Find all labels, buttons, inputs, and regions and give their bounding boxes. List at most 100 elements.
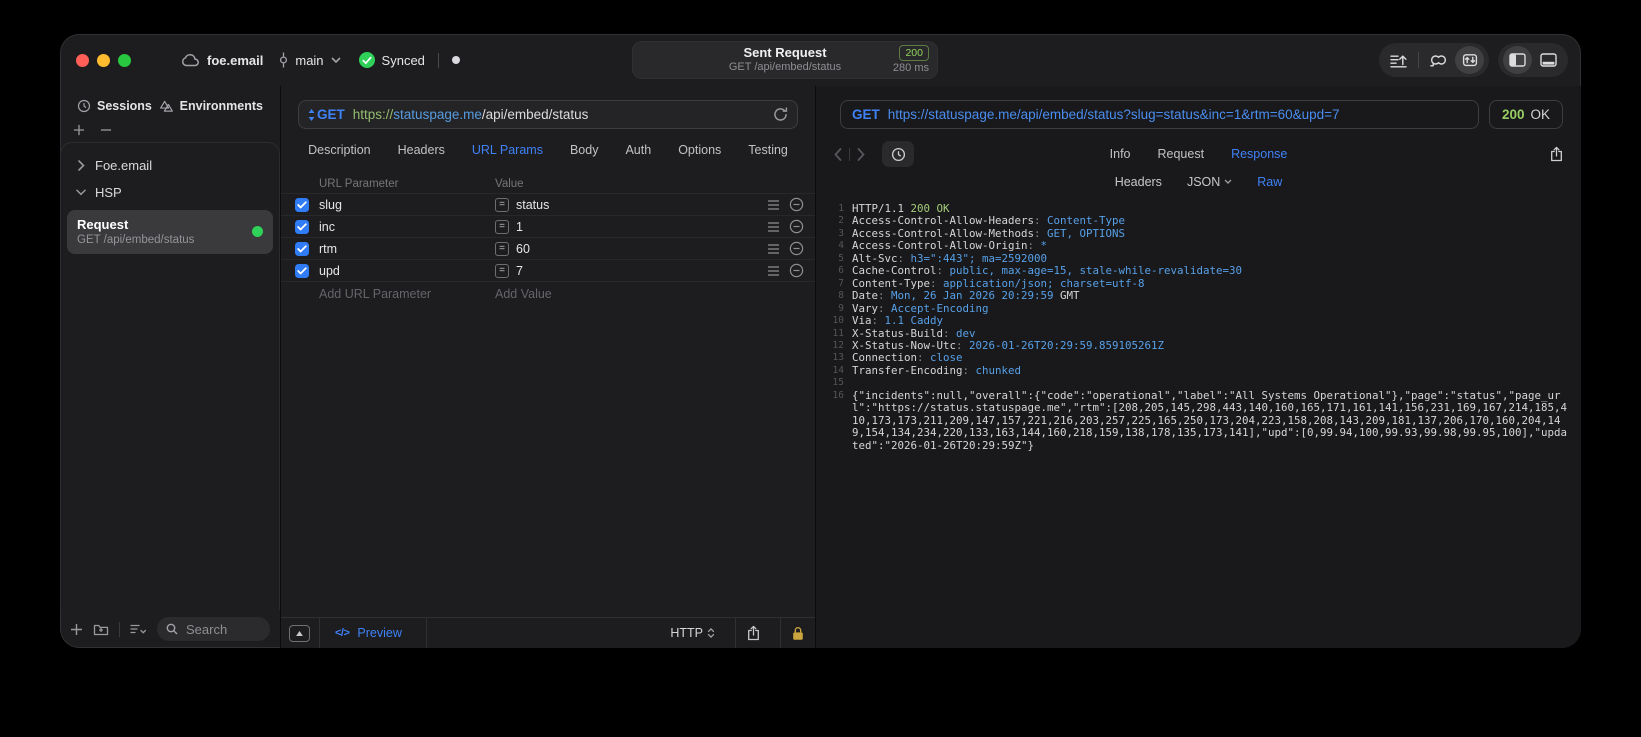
remove-param-icon[interactable] (789, 197, 804, 212)
collapse-panel-icon[interactable] (289, 624, 310, 642)
lock-icon[interactable] (781, 626, 815, 641)
tab-description[interactable]: Description (308, 143, 371, 161)
tab-testing[interactable]: Testing (748, 143, 788, 161)
method-selector[interactable]: GET (308, 107, 345, 122)
tab-url-params[interactable]: URL Params (472, 143, 543, 161)
status-code: 200 (1501, 107, 1525, 122)
param-checkbox[interactable] (295, 197, 309, 212)
subtab-raw-label: Raw (1257, 174, 1283, 189)
param-value[interactable]: 1 (516, 220, 523, 234)
param-value-cell[interactable]: = 1 (493, 219, 761, 234)
request-url-bar[interactable]: GET https://statuspage.me/api/embed/stat… (298, 100, 798, 129)
search-field[interactable] (157, 617, 270, 641)
request-url[interactable]: https://statuspage.me/api/embed/status (353, 107, 589, 122)
reorder-icon[interactable] (767, 265, 780, 276)
remove-param-icon[interactable] (789, 219, 804, 234)
toggle-sidebar-icon[interactable] (1503, 46, 1532, 74)
sessions-clock-icon (77, 99, 91, 113)
param-name[interactable]: slug (319, 198, 493, 212)
tab-body[interactable]: Body (570, 143, 599, 161)
add-session-icon[interactable] (73, 124, 85, 136)
preview-label: Preview (357, 626, 402, 640)
param-value[interactable]: 60 (516, 242, 530, 256)
request-item-subtitle: GET /api/embed/status (77, 234, 195, 246)
reorder-icon[interactable] (767, 199, 780, 210)
add-value-placeholder[interactable]: Add Value (493, 287, 761, 301)
tab-environments[interactable]: Environments (159, 99, 263, 113)
cloud-icon (181, 53, 200, 67)
project-menu[interactable]: foe.email (181, 53, 263, 68)
sent-request-capsule[interactable]: Sent Request GET /api/embed/status 200 2… (632, 41, 938, 79)
request-response-swap-icon[interactable] (1455, 46, 1484, 74)
toggle-bottom-panel-icon[interactable] (1534, 46, 1563, 74)
tab-options[interactable]: Options (678, 143, 721, 161)
branch-menu[interactable]: main (279, 52, 341, 68)
subtab-headers[interactable]: Headers (1115, 175, 1162, 189)
param-checkbox[interactable] (295, 241, 309, 256)
export-response-icon[interactable] (1550, 146, 1563, 162)
request-item-info: Request GET /api/embed/status (77, 217, 252, 246)
sort-options-icon[interactable] (130, 624, 147, 635)
line-number: 6 (838, 265, 844, 277)
sent-url-field[interactable]: GET https://statuspage.me/api/embed/stat… (840, 100, 1479, 129)
tab-headers[interactable]: Headers (398, 143, 445, 161)
protocol-selector[interactable]: HTTP (659, 626, 726, 640)
environments-label: Environments (179, 99, 263, 113)
search-input[interactable] (184, 620, 261, 638)
line-number: 13 (832, 352, 844, 364)
equals-icon[interactable]: = (495, 263, 509, 278)
subtab-raw[interactable]: Raw (1257, 175, 1282, 189)
send-reload-icon[interactable] (773, 107, 788, 122)
tree-label: Foe.email (95, 158, 153, 173)
sidebar-footer-divider (119, 621, 120, 637)
param-name[interactable]: rtm (319, 242, 493, 256)
param-name[interactable]: inc (319, 220, 493, 234)
tab-request[interactable]: Request (1158, 147, 1205, 161)
project-name: foe.email (207, 52, 264, 68)
app-window: foe.email main Synced Sent Request GET /… (60, 34, 1581, 648)
add-param-placeholder[interactable]: Add URL Parameter (319, 287, 493, 301)
equals-icon[interactable]: = (495, 197, 509, 212)
param-value-cell[interactable]: = 7 (493, 263, 761, 278)
param-value[interactable]: 7 (516, 264, 523, 278)
tree-item-foe-email[interactable]: Foe.email (61, 150, 279, 177)
remove-param-icon[interactable] (789, 241, 804, 256)
subtab-json-label: JSON (1186, 174, 1221, 189)
import-lines-icon[interactable] (1384, 46, 1413, 74)
sync-status[interactable]: Synced (358, 52, 425, 68)
share-icon[interactable] (736, 625, 771, 641)
equals-icon[interactable]: = (495, 219, 509, 234)
preview-button[interactable]: </> Preview (320, 626, 417, 640)
param-checkbox[interactable] (295, 263, 309, 278)
remove-param-icon[interactable] (789, 263, 804, 278)
tree-item-hsp[interactable]: HSP (61, 177, 279, 204)
new-request-icon[interactable] (70, 623, 83, 636)
param-row: slug = status (281, 194, 815, 216)
param-value[interactable]: status (516, 198, 549, 212)
reorder-icon[interactable] (767, 243, 780, 254)
param-name[interactable]: upd (319, 264, 493, 278)
tab-response[interactable]: Response (1231, 147, 1287, 161)
zoom-button[interactable] (118, 53, 131, 67)
col-url-parameter: URL Parameter (319, 177, 399, 190)
subtab-json[interactable]: JSON (1187, 175, 1232, 189)
minimize-button[interactable] (97, 53, 110, 67)
remove-session-icon[interactable] (100, 124, 112, 136)
param-value-cell[interactable]: = status (493, 197, 761, 212)
request-list-item[interactable]: Request GET /api/embed/status (67, 210, 273, 254)
sidebar: Sessions Environments Foe.email HSP Requ… (60, 86, 281, 648)
equals-icon[interactable]: = (495, 241, 509, 256)
line-number: 10 (832, 315, 844, 327)
new-folder-icon[interactable] (93, 623, 109, 636)
param-checkbox[interactable] (295, 219, 309, 234)
reorder-icon[interactable] (767, 221, 780, 232)
sync-loop-icon[interactable] (1424, 46, 1453, 74)
tab-sessions[interactable]: Sessions (77, 99, 152, 113)
param-value-cell[interactable]: = 60 (493, 241, 761, 256)
line-number: 11 (832, 327, 844, 339)
tab-auth[interactable]: Auth (625, 143, 651, 161)
line-number: 5 (838, 252, 844, 264)
close-button[interactable] (76, 53, 89, 67)
param-row-actions (761, 219, 815, 234)
tab-info[interactable]: Info (1110, 147, 1131, 161)
